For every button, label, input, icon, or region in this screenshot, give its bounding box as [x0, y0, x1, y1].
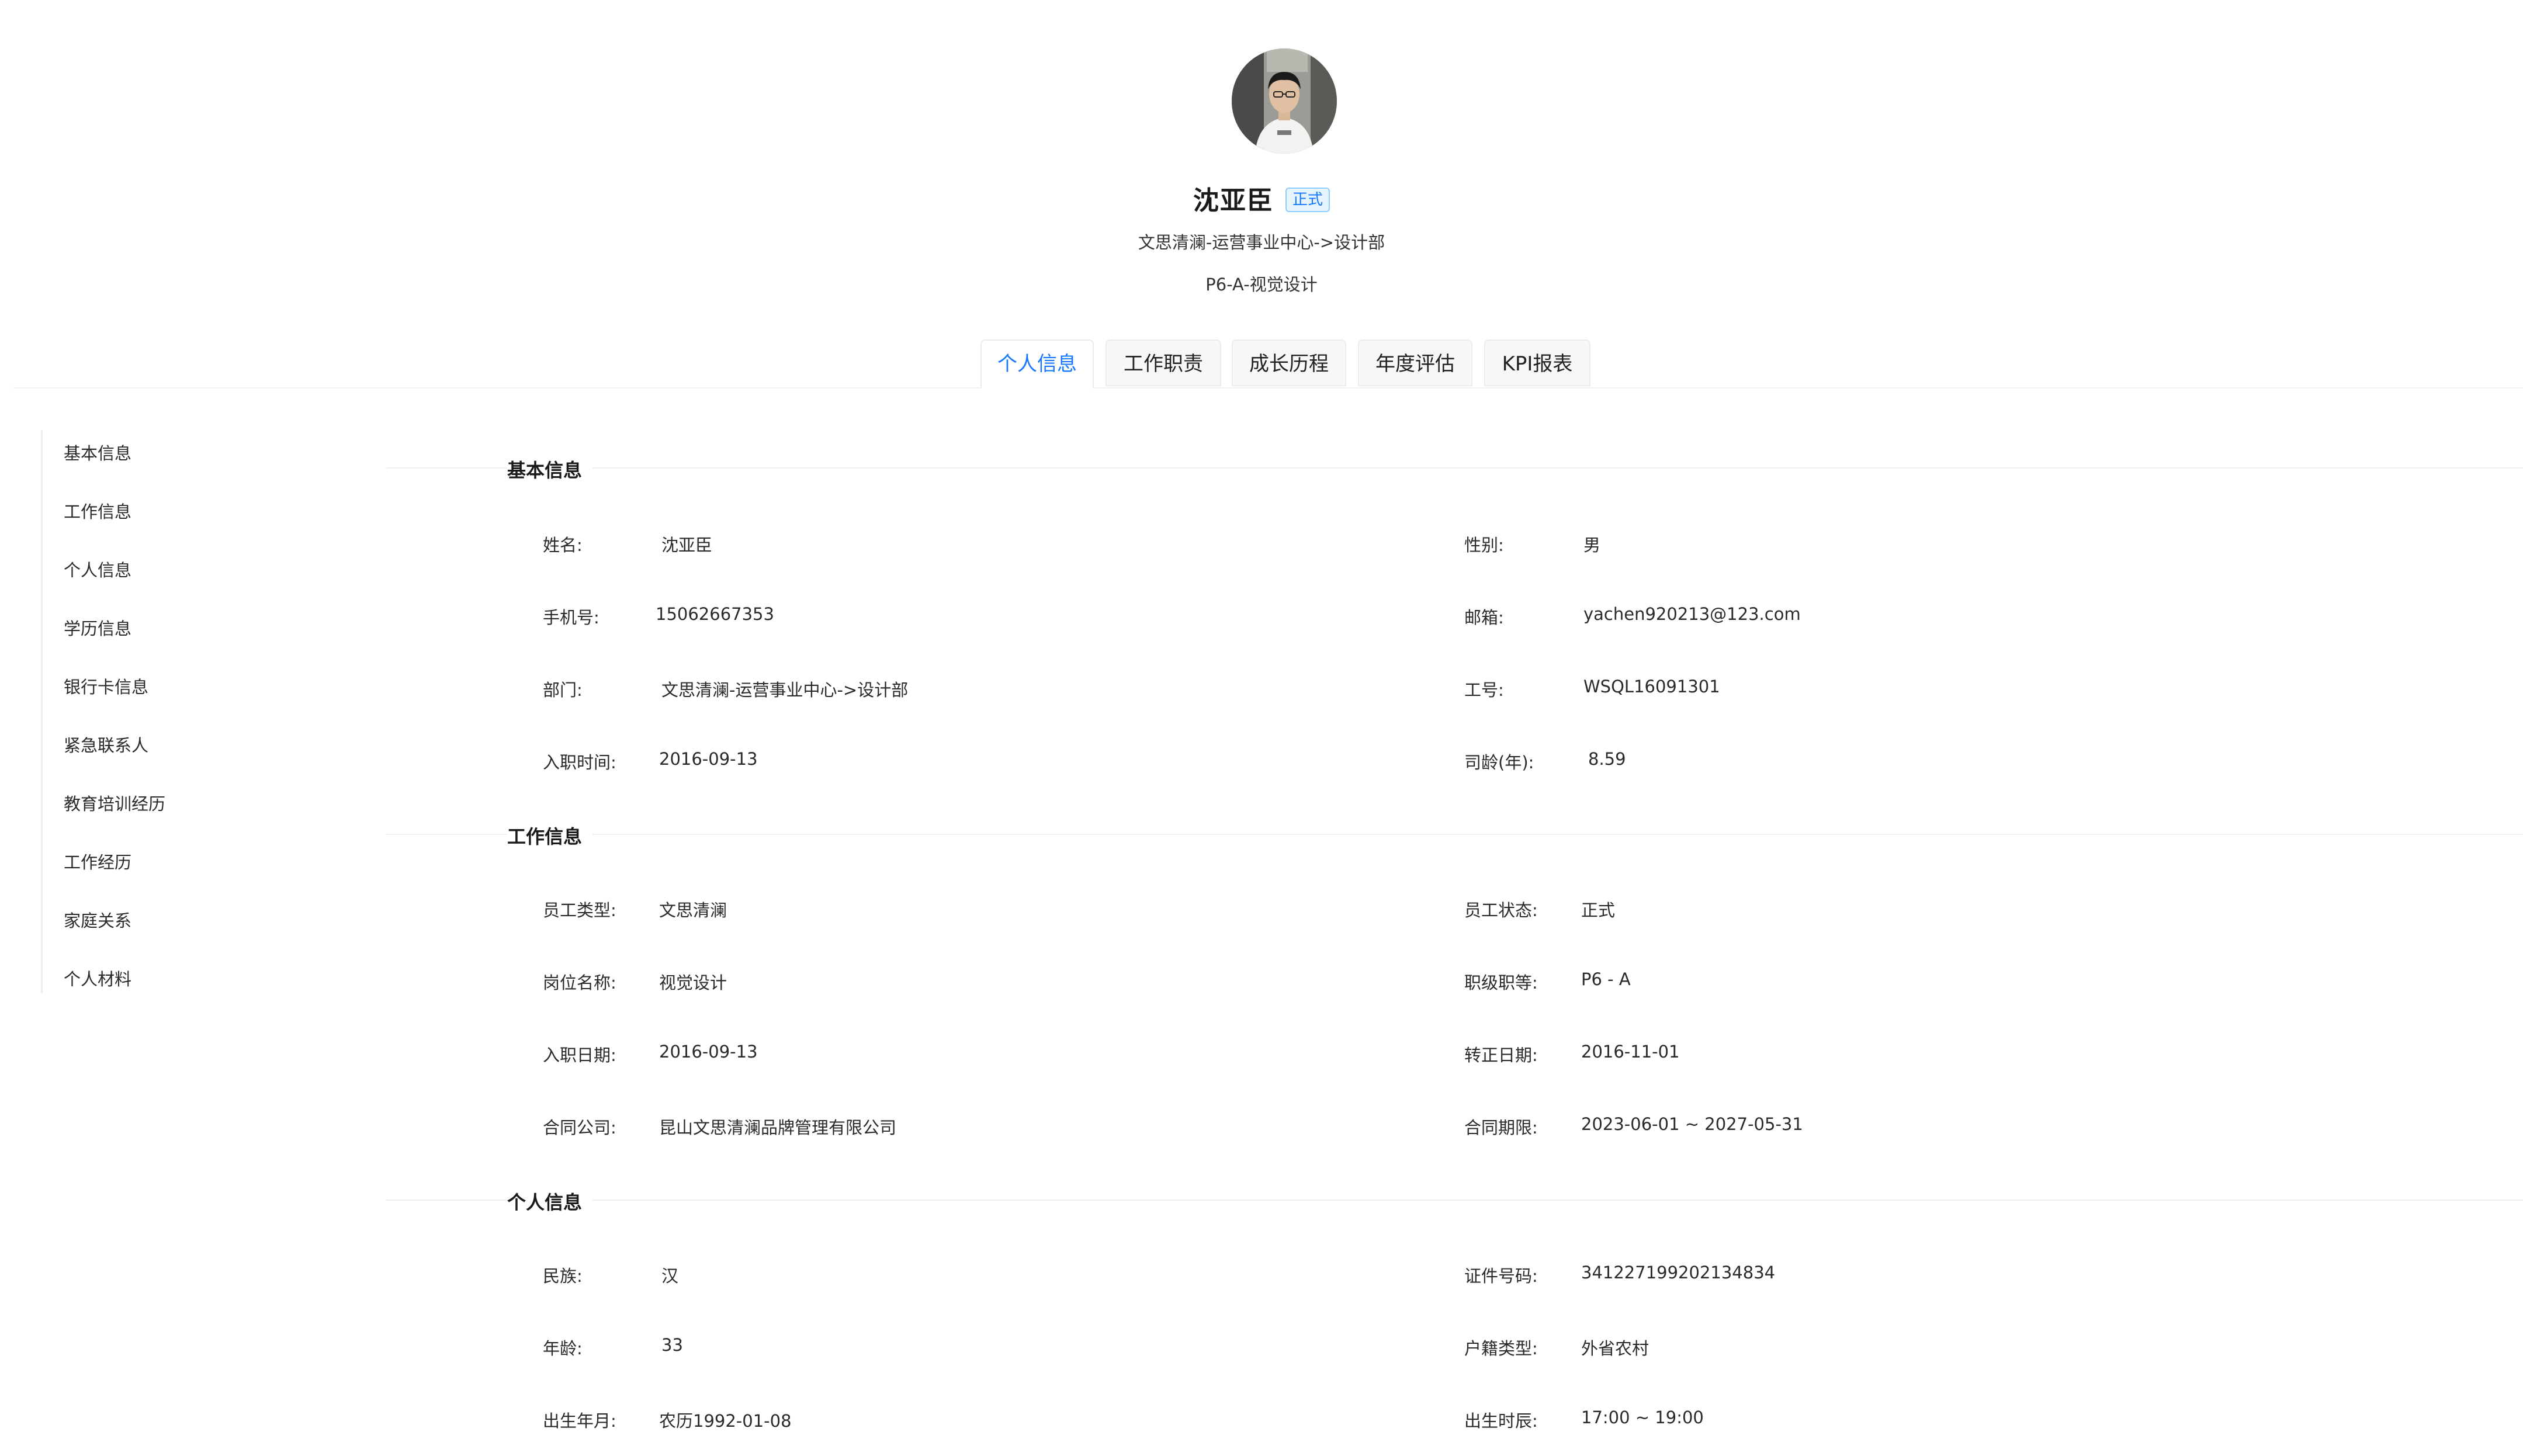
section-divider [386, 1200, 2523, 1201]
tab-job-duties[interactable]: 工作职责 [1105, 339, 1221, 386]
side-nav-bank-card[interactable]: 银行卡信息 [64, 674, 148, 698]
field-label-ethnicity: 民族: [543, 1266, 583, 1286]
field-value-tenure: 8.59 [1588, 749, 1626, 769]
side-nav-family[interactable]: 家庭关系 [64, 907, 131, 932]
field-value-employee-type: 文思清澜 [659, 900, 727, 920]
tab-kpi-report[interactable]: KPI报表 [1484, 339, 1590, 386]
field-value-department: 文思清澜-运营事业中心->设计部 [661, 680, 909, 700]
field-value-name: 沈亚臣 [661, 535, 713, 555]
field-value-employee-status: 正式 [1581, 900, 1616, 920]
side-nav-training[interactable]: 教育培训经历 [64, 791, 165, 815]
field-label-birth-hour: 出生时辰: [1464, 1411, 1538, 1431]
profile-name-row: 沈亚臣 正式 [0, 179, 2523, 217]
field-label-contract-company: 合同公司: [543, 1118, 616, 1138]
field-value-id-number: 341227199202134834 [1581, 1263, 1776, 1282]
field-label-employee-type: 员工类型: [543, 900, 616, 920]
field-label-birth-date: 出生年月: [543, 1411, 616, 1431]
side-nav-personal-info[interactable]: 个人信息 [64, 557, 131, 581]
field-label-contract-period: 合同期限: [1464, 1118, 1538, 1138]
field-value-gender: 男 [1583, 535, 1601, 555]
side-nav-work-experience[interactable]: 工作经历 [64, 849, 131, 873]
field-label-grade: 职级职等: [1464, 973, 1538, 993]
field-value-hire-date: 2016-09-13 [659, 1042, 758, 1062]
field-label-tenure: 司龄(年): [1464, 753, 1534, 772]
side-nav-emergency-contact[interactable]: 紧急联系人 [64, 732, 148, 757]
avatar-photo [1232, 48, 1337, 154]
section-title-work-info: 工作信息 [507, 822, 593, 849]
field-label-name: 姓名: [543, 535, 583, 555]
field-label-department: 部门: [543, 680, 583, 700]
field-value-birth-date: 农历1992-01-08 [659, 1411, 792, 1431]
section-divider [386, 467, 2523, 469]
department-path: 文思清澜-运营事业中心->设计部 [1138, 233, 1385, 252]
field-label-email: 邮箱: [1464, 608, 1504, 628]
field-label-employee-status: 员工状态: [1464, 900, 1538, 920]
field-value-birth-hour: 17:00 ~ 19:00 [1581, 1408, 1704, 1427]
level-title: P6-A-视觉设计 [1205, 275, 1318, 294]
field-label-employee-id: 工号: [1464, 680, 1504, 700]
field-label-phone: 手机号: [543, 608, 599, 628]
section-title-basic-info: 基本信息 [507, 456, 593, 483]
field-label-household-type: 户籍类型: [1464, 1339, 1538, 1358]
field-value-contract-company: 昆山文思清澜品牌管理有限公司 [659, 1118, 897, 1138]
field-value-household-type: 外省农村 [1581, 1339, 1649, 1358]
tab-annual-review[interactable]: 年度评估 [1358, 339, 1472, 386]
field-label-gender: 性别: [1464, 535, 1504, 555]
section-title-personal-info: 个人信息 [507, 1188, 593, 1215]
field-value-regularization-date: 2016-11-01 [1581, 1042, 1680, 1062]
tab-bar: 个人信息 工作职责 成长历程 年度评估 KPI报表 [13, 339, 2523, 389]
field-value-age: 33 [661, 1335, 683, 1355]
field-value-ethnicity: 汉 [661, 1266, 679, 1286]
section-divider [386, 834, 2523, 835]
status-badge: 正式 [1285, 188, 1330, 212]
field-label-id-number: 证件号码: [1464, 1266, 1538, 1286]
field-label-hire-time: 入职时间: [543, 753, 616, 772]
field-label-hire-date: 入职日期: [543, 1045, 616, 1065]
field-label-regularization-date: 转正日期: [1464, 1045, 1538, 1065]
side-nav-education[interactable]: 学历信息 [64, 615, 131, 640]
employee-name: 沈亚臣 [1193, 186, 1274, 216]
side-nav-basic-info[interactable]: 基本信息 [64, 440, 131, 464]
tab-growth-history[interactable]: 成长历程 [1232, 339, 1346, 386]
field-label-age: 年龄: [543, 1339, 583, 1358]
field-value-grade: P6 - A [1581, 969, 1631, 989]
side-nav-materials[interactable]: 个人材料 [64, 966, 131, 990]
field-value-email: yachen920213@123.com [1583, 604, 1801, 624]
field-value-position: 视觉设计 [659, 973, 727, 993]
field-value-employee-id: WSQL16091301 [1583, 677, 1720, 696]
field-value-hire-time: 2016-09-13 [659, 749, 758, 769]
field-value-contract-period: 2023-06-01 ~ 2027-05-31 [1581, 1114, 1803, 1134]
field-value-phone: 15062667353 [656, 604, 774, 624]
avatar [1232, 48, 1337, 154]
field-label-position: 岗位名称: [543, 973, 616, 993]
side-nav-work-info[interactable]: 工作信息 [64, 498, 131, 523]
tab-personal-info[interactable]: 个人信息 [980, 339, 1094, 389]
side-anchor-nav: 基本信息 工作信息 个人信息 学历信息 银行卡信息 紧急联系人 教育培训经历 工… [41, 430, 218, 993]
